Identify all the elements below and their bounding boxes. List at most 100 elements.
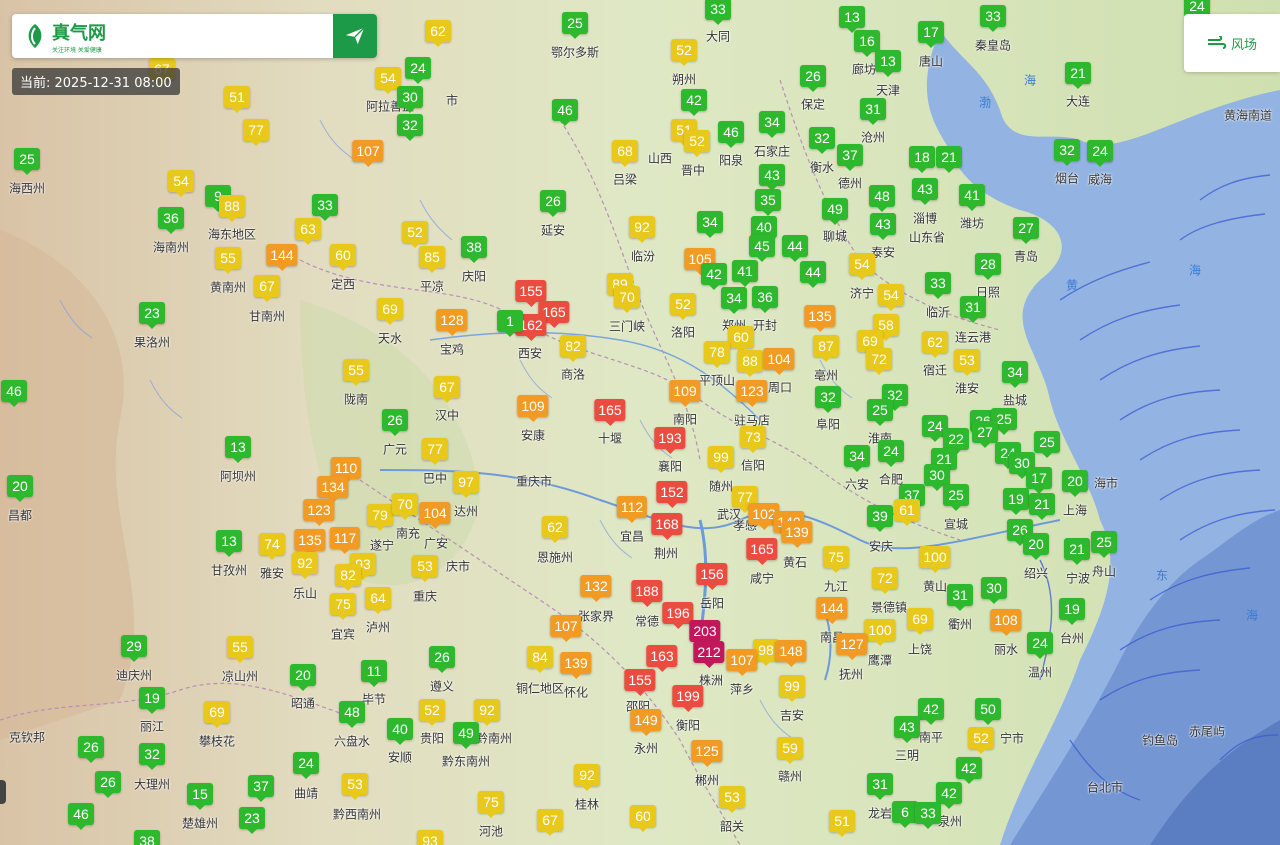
aqi-marker[interactable]: 72	[866, 348, 892, 375]
aqi-marker[interactable]: 69	[204, 701, 230, 728]
aqi-marker[interactable]: 74	[259, 533, 285, 560]
aqi-marker[interactable]: 25	[943, 484, 969, 511]
aqi-marker[interactable]: 79	[367, 504, 393, 531]
aqi-marker[interactable]: 30	[924, 464, 950, 491]
aqi-marker[interactable]: 44	[782, 235, 808, 262]
aqi-marker[interactable]: 92	[292, 552, 318, 579]
aqi-marker[interactable]: 52	[419, 699, 445, 726]
aqi-marker[interactable]: 19	[1003, 488, 1029, 515]
aqi-marker[interactable]: 43	[870, 213, 896, 240]
aqi-marker[interactable]: 28	[975, 253, 1001, 280]
aqi-marker[interactable]: 64	[365, 587, 391, 614]
aqi-marker[interactable]: 67	[254, 275, 280, 302]
aqi-marker[interactable]: 125	[691, 740, 723, 767]
aqi-marker[interactable]: 43	[912, 178, 938, 205]
aqi-marker[interactable]: 36	[752, 286, 778, 313]
aqi-marker[interactable]: 156	[696, 563, 728, 590]
aqi-marker[interactable]: 128	[436, 309, 468, 336]
aqi-marker[interactable]: 144	[816, 597, 848, 624]
aqi-marker[interactable]: 188	[631, 580, 663, 607]
aqi-marker[interactable]: 34	[759, 111, 785, 138]
aqi-marker[interactable]: 155	[515, 280, 547, 307]
aqi-marker[interactable]: 53	[954, 349, 980, 376]
aqi-marker[interactable]: 1	[497, 310, 523, 337]
aqi-marker[interactable]: 75	[478, 791, 504, 818]
aqi-marker[interactable]: 139	[560, 652, 592, 679]
aqi-marker[interactable]: 155	[624, 669, 656, 696]
aqi-marker[interactable]: 82	[335, 564, 361, 591]
aqi-marker[interactable]: 32	[139, 743, 165, 770]
aqi-marker[interactable]: 92	[629, 216, 655, 243]
aqi-marker[interactable]: 24	[405, 57, 431, 84]
aqi-marker[interactable]: 52	[968, 727, 994, 754]
aqi-marker[interactable]: 117	[329, 527, 361, 554]
aqi-marker[interactable]: 78	[704, 341, 730, 368]
aqi-marker[interactable]: 25	[867, 399, 893, 426]
aqi-marker[interactable]: 33	[915, 802, 941, 829]
aqi-marker[interactable]: 53	[342, 773, 368, 800]
aqi-marker[interactable]: 77	[243, 119, 269, 146]
aqi-marker[interactable]: 75	[823, 546, 849, 573]
aqi-marker[interactable]: 55	[343, 359, 369, 386]
aqi-marker[interactable]: 21	[1029, 493, 1055, 520]
aqi-marker[interactable]: 107	[726, 649, 758, 676]
aqi-marker[interactable]: 32	[815, 386, 841, 413]
aqi-marker[interactable]: 42	[918, 698, 944, 725]
aqi-marker[interactable]: 36	[158, 207, 184, 234]
aqi-marker[interactable]: 33	[705, 0, 731, 25]
aqi-marker[interactable]: 39	[867, 505, 893, 532]
aqi-marker[interactable]: 60	[728, 326, 754, 353]
aqi-marker[interactable]: 203	[689, 620, 721, 647]
aqi-marker[interactable]: 41	[959, 184, 985, 211]
aqi-marker[interactable]: 92	[574, 764, 600, 791]
aqi-marker[interactable]: 67	[434, 376, 460, 403]
aqi-marker[interactable]: 69	[377, 298, 403, 325]
aqi-marker[interactable]: 21	[936, 146, 962, 173]
aqi-marker[interactable]: 46	[1, 380, 27, 407]
aqi-marker[interactable]: 26	[95, 771, 121, 798]
aqi-marker[interactable]: 55	[215, 247, 241, 274]
aqi-marker[interactable]: 26	[800, 65, 826, 92]
aqi-marker[interactable]: 21	[1065, 62, 1091, 89]
aqi-marker[interactable]: 107	[352, 140, 384, 167]
aqi-marker[interactable]: 13	[216, 530, 242, 557]
aqi-marker[interactable]: 17	[1026, 467, 1052, 494]
aqi-marker[interactable]: 24	[878, 440, 904, 467]
aqi-marker[interactable]: 43	[894, 716, 920, 743]
aqi-marker[interactable]: 25	[1091, 531, 1117, 558]
aqi-marker[interactable]: 152	[656, 481, 688, 508]
aqi-marker[interactable]: 134	[317, 476, 349, 503]
aqi-marker[interactable]: 123	[303, 499, 335, 526]
aqi-marker[interactable]: 26	[78, 736, 104, 763]
aqi-marker[interactable]: 144	[266, 244, 298, 271]
aqi-marker[interactable]: 24	[1027, 632, 1053, 659]
aqi-marker[interactable]: 20	[1023, 533, 1049, 560]
aqi-marker[interactable]: 38	[461, 236, 487, 263]
aqi-marker[interactable]: 29	[121, 635, 147, 662]
wind-field-button[interactable]: 风场	[1184, 14, 1280, 72]
aqi-marker[interactable]: 37	[837, 144, 863, 171]
aqi-marker[interactable]: 41	[732, 260, 758, 287]
aqi-marker[interactable]: 23	[239, 807, 265, 834]
map-area[interactable]: 渤海黄海东海 市鄂尔多斯 大同 朔州 阿拉善盟 石家庄 保定 廊坊 天津 唐山 秦皇岛 大连 黄海南道…	[0, 0, 1280, 845]
aqi-marker[interactable]: 20	[1062, 470, 1088, 497]
aqi-marker[interactable]: 108	[990, 609, 1022, 636]
aqi-marker[interactable]: 42	[936, 782, 962, 809]
aqi-marker[interactable]: 34	[697, 211, 723, 238]
aqi-marker[interactable]: 19	[139, 687, 165, 714]
aqi-marker[interactable]: 13	[225, 436, 251, 463]
aqi-marker[interactable]: 59	[777, 737, 803, 764]
aqi-marker[interactable]: 61	[894, 499, 920, 526]
aqi-marker[interactable]: 15	[187, 783, 213, 810]
aqi-marker[interactable]: 35	[755, 189, 781, 216]
aqi-marker[interactable]: 42	[681, 89, 707, 116]
aqi-marker[interactable]: 20	[7, 475, 33, 502]
aqi-marker[interactable]: 112	[616, 496, 648, 523]
aqi-marker[interactable]: 42	[701, 263, 727, 290]
aqi-marker[interactable]: 42	[956, 757, 982, 784]
aqi-marker[interactable]: 31	[947, 584, 973, 611]
aqi-marker[interactable]: 99	[708, 446, 734, 473]
search-input[interactable]	[134, 15, 333, 57]
aqi-marker[interactable]: 139	[781, 521, 813, 548]
aqi-marker[interactable]: 168	[651, 513, 683, 540]
